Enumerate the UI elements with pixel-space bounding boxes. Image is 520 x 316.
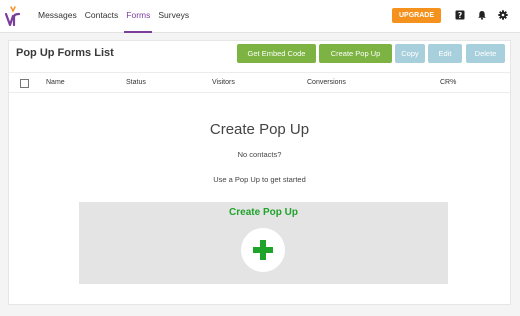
- empty-state-hint: Use a Pop Up to get started: [213, 175, 306, 184]
- create-pop-up-card[interactable]: Create Pop Up: [79, 202, 448, 284]
- nav-messages[interactable]: Messages: [38, 0, 77, 31]
- column-header-name[interactable]: Name: [46, 79, 65, 86]
- vr-logo-icon[interactable]: [5, 5, 21, 27]
- nav-contacts[interactable]: Contacts: [85, 0, 119, 31]
- column-header-cr[interactable]: CR%: [440, 79, 456, 86]
- top-navigation-bar: Messages Contacts Forms Surveys UPGRADE …: [0, 0, 520, 33]
- create-pop-up-button[interactable]: Create Pop Up: [319, 44, 392, 63]
- copy-button[interactable]: Copy: [395, 44, 425, 63]
- column-header-conversions[interactable]: Conversions: [307, 79, 346, 86]
- empty-state-title: Create Pop Up: [209, 121, 310, 138]
- nav-surveys[interactable]: Surveys: [158, 0, 189, 31]
- gear-icon[interactable]: [498, 10, 508, 20]
- nav-forms[interactable]: Forms: [124, 0, 153, 33]
- empty-state-subtitle: No contacts?: [237, 150, 282, 159]
- column-header-visitors[interactable]: Visitors: [212, 79, 235, 86]
- edit-button[interactable]: Edit: [428, 44, 462, 63]
- table-header: Name Status Visitors Conversions CR%: [9, 72, 510, 93]
- delete-button[interactable]: Delete: [466, 44, 505, 63]
- add-pop-up-button[interactable]: [241, 228, 285, 272]
- svg-text:?: ?: [458, 11, 462, 20]
- upgrade-button[interactable]: UPGRADE: [392, 8, 441, 23]
- select-all-checkbox[interactable]: [20, 79, 29, 88]
- column-header-status[interactable]: Status: [126, 79, 146, 86]
- plus-icon: [253, 240, 273, 260]
- help-icon[interactable]: ?: [455, 10, 465, 20]
- main-nav: Messages Contacts Forms Surveys: [38, 0, 197, 33]
- page-title: Pop Up Forms List: [16, 47, 114, 59]
- create-pop-up-card-title[interactable]: Create Pop Up: [79, 207, 448, 218]
- bell-icon[interactable]: [477, 10, 487, 20]
- popup-forms-panel: Pop Up Forms List Get Embed Code Create …: [8, 40, 511, 305]
- get-embed-code-button[interactable]: Get Embed Code: [237, 44, 316, 63]
